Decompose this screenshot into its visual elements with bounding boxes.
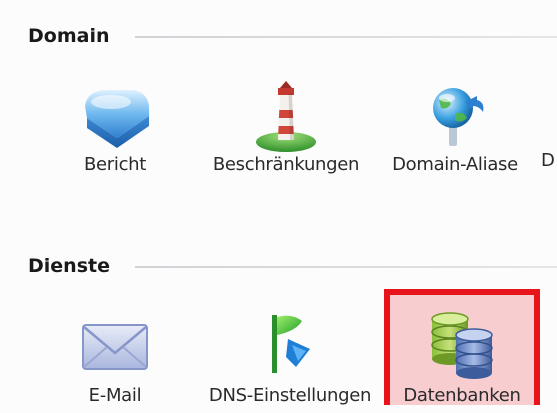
tile-label: Datenbanken (403, 385, 521, 406)
tile-domain-aliase[interactable]: Domain-Aliase (380, 74, 530, 184)
section-divider (135, 36, 557, 38)
tile-label: Bericht (83, 154, 147, 175)
section-header-domain: Domain (0, 24, 557, 48)
tile-label: DNS-Einstellungen (208, 385, 372, 406)
database-icon (431, 312, 493, 379)
tile-label: E-Mail (88, 385, 142, 406)
lighthouse-icon (256, 81, 316, 152)
section-title-domain: Domain (28, 25, 110, 47)
section-header-dienste: Dienste (0, 254, 557, 278)
tile-label: Domain-Aliase (392, 154, 518, 175)
tile-bericht[interactable]: Bericht (40, 74, 190, 184)
tile-email[interactable]: E-Mail (40, 303, 190, 413)
tile-label: Beschränkungen (212, 154, 360, 175)
envelope-icon (82, 324, 148, 370)
tile-label-cutoff[interactable]: D (541, 150, 555, 171)
section-title-dienste: Dienste (28, 255, 110, 277)
tile-dns-einstellungen[interactable]: DNS-Einstellungen (209, 303, 371, 413)
tile-beschraenkungen[interactable]: Beschränkungen (211, 74, 361, 184)
globe-alias-icon (433, 88, 484, 146)
tile-datenbanken[interactable]: Datenbanken (387, 303, 537, 413)
report-icon (85, 90, 149, 148)
dns-flag-icon (272, 315, 310, 373)
section-divider (135, 266, 557, 268)
